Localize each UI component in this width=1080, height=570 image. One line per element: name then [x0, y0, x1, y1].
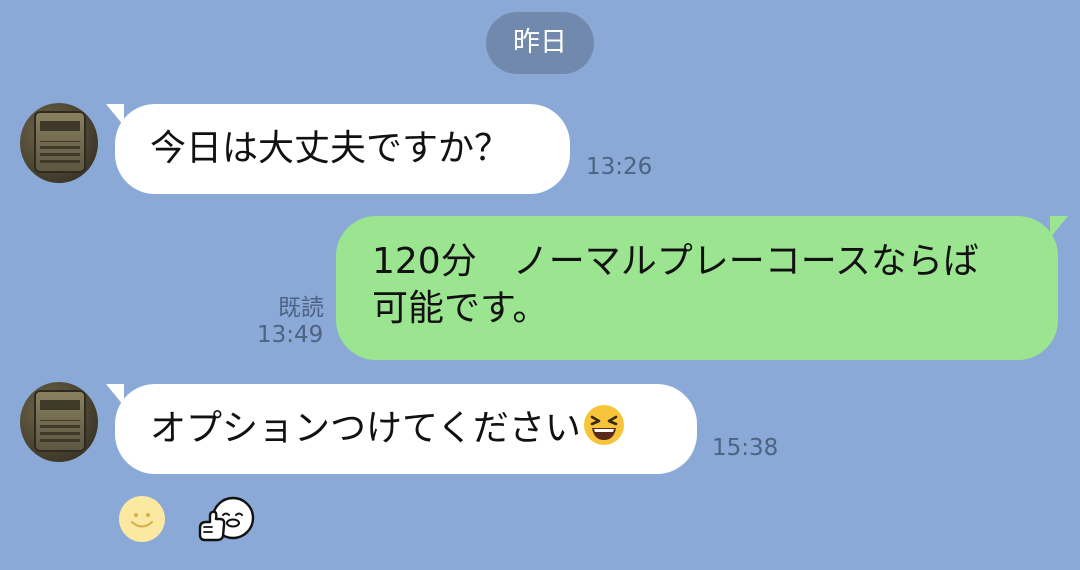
message-timestamp: 15:38	[712, 435, 779, 461]
grinning-squinting-face-icon	[583, 405, 624, 445]
bubble-tail	[1050, 216, 1068, 238]
message-text-line: 可能です。	[372, 288, 549, 329]
message-bubble-incoming[interactable]: 今日は大丈夫ですか？	[115, 104, 570, 194]
smiley-face-icon[interactable]	[117, 494, 167, 544]
message-text-line: 120分 ノーマルプレーコースならば	[372, 241, 979, 282]
date-divider: 昨日	[486, 12, 594, 74]
sender-avatar[interactable]	[20, 382, 98, 462]
sender-avatar[interactable]	[20, 103, 98, 183]
message-text: オプションつけてください	[150, 408, 581, 449]
message-bubble-outgoing[interactable]: 120分 ノーマルプレーコースならば 可能です。	[336, 216, 1058, 360]
message-timestamp: 13:26	[586, 154, 653, 180]
message-bubble-incoming[interactable]: オプションつけてください	[115, 384, 697, 474]
read-receipt: 既読	[278, 295, 324, 321]
thumbs-up-character-icon[interactable]	[196, 494, 258, 546]
message-timestamp: 13:49	[257, 322, 324, 348]
message-text: 今日は大丈夫ですか？	[150, 128, 511, 169]
